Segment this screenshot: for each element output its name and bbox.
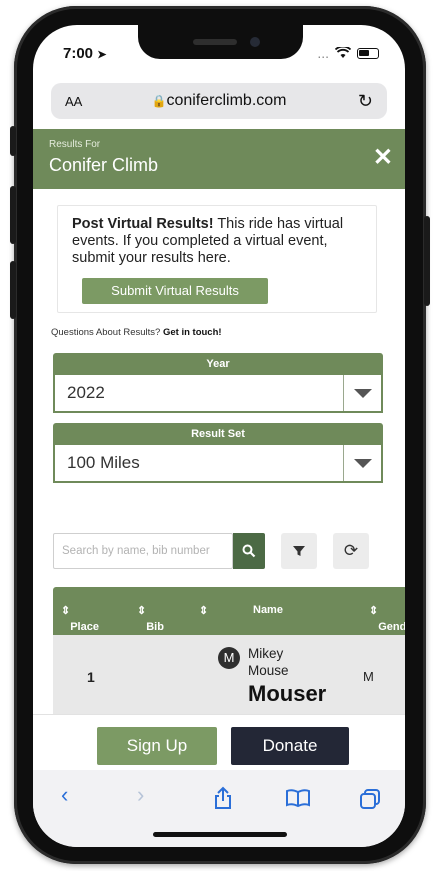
results-for-label: Results For [49, 139, 101, 150]
filter-icon [293, 546, 305, 556]
status-indicators: ... [317, 45, 379, 61]
column-header-bib[interactable]: ⇕ Bib [137, 604, 164, 633]
donate-button[interactable]: Donate [231, 727, 349, 765]
volume-up-button [10, 186, 16, 244]
table-header: ⇕ Place ⇕ Bib ⇕ Name ⇕ Gender [53, 587, 405, 635]
book-icon[interactable] [285, 788, 311, 808]
home-indicator [153, 832, 287, 837]
result-set-value: 100 Miles [67, 453, 140, 472]
phone-screen: 7:00 ➤ ... AA 🔒coniferclimb.com ↻ Result… [33, 25, 405, 847]
table-row[interactable]: 1 M Mikey Mouse Mouser M [53, 635, 405, 714]
year-value: 2022 [67, 383, 105, 402]
chevron-down-icon [353, 388, 372, 398]
get-in-touch-link[interactable]: Get in touch! [163, 327, 222, 338]
address-bar[interactable]: AA 🔒coniferclimb.com ↻ [51, 83, 387, 119]
refresh-icon: ⟳ [343, 541, 359, 560]
chevron-right-icon[interactable]: › [137, 782, 144, 808]
search-input[interactable] [53, 533, 233, 569]
virtual-results-box: Post Virtual Results! This ride has virt… [57, 205, 377, 313]
volume-down-button [10, 261, 16, 319]
sign-up-button[interactable]: Sign Up [97, 727, 217, 765]
power-button [424, 216, 430, 306]
event-title: Conifer Climb [49, 155, 159, 175]
share-icon[interactable] [213, 786, 233, 810]
tabs-icon[interactable] [359, 788, 381, 810]
year-label: Year [53, 353, 383, 375]
status-time: 7:00 ➤ [63, 45, 107, 62]
location-icon: ➤ [97, 49, 107, 61]
notch [138, 25, 303, 59]
column-header-name[interactable]: Name [253, 604, 283, 616]
bottom-action-bar: Sign Up Donate [33, 714, 405, 770]
camera [250, 37, 260, 47]
search-button[interactable] [233, 533, 265, 569]
year-dropdown-button[interactable] [343, 375, 381, 411]
rider-name[interactable]: Mikey Mouse [248, 645, 308, 679]
wifi-icon [335, 47, 351, 58]
result-set-label: Result Set [53, 423, 383, 445]
filter-button[interactable] [281, 533, 317, 569]
year-select[interactable]: 2022 [53, 375, 383, 413]
url-text[interactable]: 🔒coniferclimb.com [51, 92, 387, 110]
virtual-heading: Post Virtual Results! [72, 216, 214, 232]
result-set-select[interactable]: 100 Miles [53, 445, 383, 483]
results-content: Post Virtual Results! This ride has virt… [33, 189, 405, 714]
year-select-block: Year 2022 [53, 353, 383, 413]
browser-toolbar: ‹ › [33, 770, 405, 847]
result-set-dropdown-button[interactable] [343, 445, 381, 481]
mute-switch [10, 126, 16, 156]
signal-icon: ... [317, 45, 329, 61]
lock-icon: 🔒 [151, 94, 167, 108]
reload-icon[interactable]: ↻ [358, 91, 373, 112]
gender-cell: M [363, 669, 374, 684]
chevron-down-icon [353, 458, 372, 468]
results-table: ⇕ Place ⇕ Bib ⇕ Name ⇕ Gender 1 M MikeyM… [53, 587, 405, 714]
search-row: ⟳ [53, 531, 383, 571]
avatar: M [218, 647, 240, 669]
place-cell: 1 [87, 669, 95, 685]
questions-line: Questions About Results? Get in touch! [51, 327, 222, 338]
search-icon [242, 544, 256, 558]
speaker [193, 39, 237, 45]
refresh-button[interactable]: ⟳ [333, 533, 369, 569]
text-size-button[interactable]: AA [65, 94, 82, 109]
questions-text: Questions About Results? [51, 327, 161, 338]
column-header-place[interactable]: ⇕ Place [61, 604, 99, 633]
team-name: Mouser [248, 681, 327, 706]
results-header: Results For Conifer Climb ✕ [33, 129, 405, 189]
result-set-select-block: Result Set 100 Miles [53, 423, 383, 483]
submit-virtual-results-button[interactable]: Submit Virtual Results [82, 278, 268, 304]
column-header-sort[interactable]: ⇕ [199, 604, 208, 617]
battery-icon [357, 47, 379, 59]
close-icon[interactable]: ✕ [373, 143, 393, 172]
column-header-gender[interactable]: ⇕ Gender [369, 604, 405, 633]
chevron-left-icon[interactable]: ‹ [61, 782, 68, 808]
